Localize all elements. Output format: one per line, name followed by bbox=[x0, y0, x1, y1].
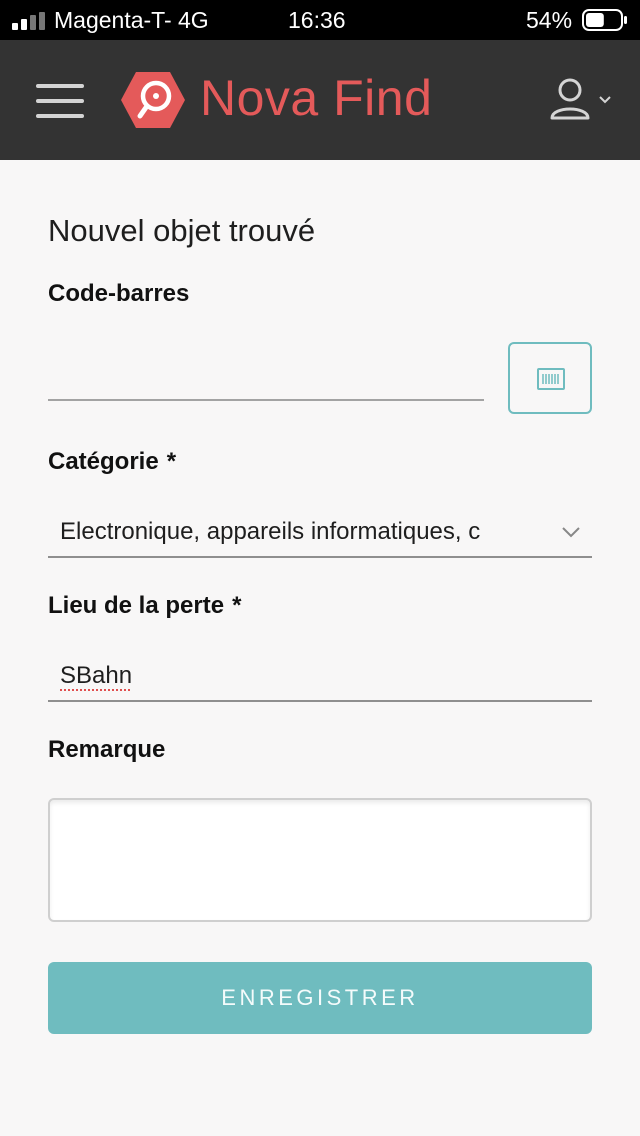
app-header: Nova Find bbox=[0, 40, 640, 160]
location-label: Lieu de la perte * bbox=[48, 592, 241, 620]
hamburger-menu-icon[interactable] bbox=[36, 84, 84, 118]
battery-icon bbox=[582, 9, 627, 31]
status-bar: Magenta-T- 4G 16:36 54% bbox=[0, 0, 640, 40]
user-icon bbox=[550, 78, 611, 120]
location-required-mark: * bbox=[232, 592, 242, 619]
category-label: Catégorie * bbox=[48, 448, 176, 476]
form-container: Nouvel objet trouvé Code-barres Catégori… bbox=[0, 160, 640, 1136]
clock: 16:36 bbox=[288, 7, 346, 33]
location-input-value: SBahn bbox=[60, 662, 133, 689]
category-selected-value: Electronique, appareils informatiques, c bbox=[60, 518, 481, 545]
page-title: Nouvel objet trouvé bbox=[48, 213, 316, 248]
app-name: Nova Find bbox=[200, 70, 433, 126]
signal-strength-icon bbox=[12, 12, 45, 30]
save-button[interactable]: ENREGISTRER bbox=[48, 962, 592, 1034]
user-menu-button[interactable] bbox=[548, 78, 618, 124]
category-select[interactable]: Electronique, appareils informatiques, c bbox=[48, 512, 592, 558]
barcode-scan-button[interactable] bbox=[508, 342, 592, 414]
category-required-mark: * bbox=[166, 448, 177, 475]
barcode-label: Code-barres bbox=[48, 280, 190, 307]
nova-find-logo-icon bbox=[121, 72, 185, 128]
remark-textarea[interactable] bbox=[48, 798, 592, 922]
location-label-text: Lieu de la perte bbox=[48, 592, 225, 619]
category-label-text: Catégorie bbox=[48, 448, 159, 475]
battery-percentage: 54% bbox=[526, 7, 573, 33]
barcode-scan-icon bbox=[537, 368, 565, 390]
carrier-label: Magenta-T- 4G bbox=[54, 7, 209, 33]
barcode-input[interactable] bbox=[48, 357, 484, 401]
remark-label: Remarque bbox=[48, 736, 166, 763]
chevron-down-icon bbox=[562, 527, 580, 538]
location-input[interactable]: SBahn bbox=[48, 656, 592, 702]
